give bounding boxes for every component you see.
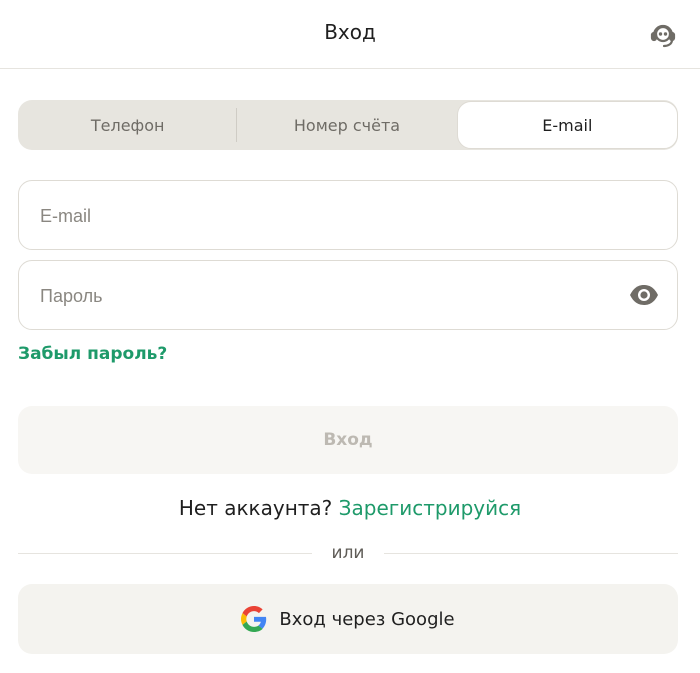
or-divider: или [18, 543, 678, 565]
google-login-label: Вход через Google [279, 608, 455, 630]
show-password-button[interactable] [629, 283, 659, 307]
register-prompt: Нет аккаунта? Зарегистрируйся [0, 496, 700, 520]
google-login-button[interactable]: Вход через Google [18, 584, 678, 654]
forgot-password-link[interactable]: Забыл пароль? [18, 344, 167, 364]
tab-phone[interactable]: Телефон [18, 100, 238, 150]
login-method-tabs: Телефон Номер счёта E-mail [18, 100, 678, 150]
register-prompt-text: Нет аккаунта? [178, 496, 333, 520]
support-headset-icon [650, 24, 676, 48]
password-field-container [18, 260, 678, 331]
header: Вход [0, 0, 700, 69]
divider-line-right [384, 553, 678, 554]
tab-account-number[interactable]: Номер счёта [237, 100, 456, 150]
tab-email[interactable]: E-mail [456, 101, 678, 149]
email-field-container [18, 180, 678, 251]
google-icon [241, 606, 267, 632]
page-title: Вход [324, 20, 376, 44]
password-field[interactable] [38, 261, 602, 331]
support-button[interactable] [646, 18, 680, 52]
login-button[interactable]: Вход [18, 406, 678, 474]
register-link[interactable]: Зарегистрируйся [339, 496, 521, 520]
eye-icon [630, 285, 658, 305]
email-field[interactable] [38, 181, 602, 251]
